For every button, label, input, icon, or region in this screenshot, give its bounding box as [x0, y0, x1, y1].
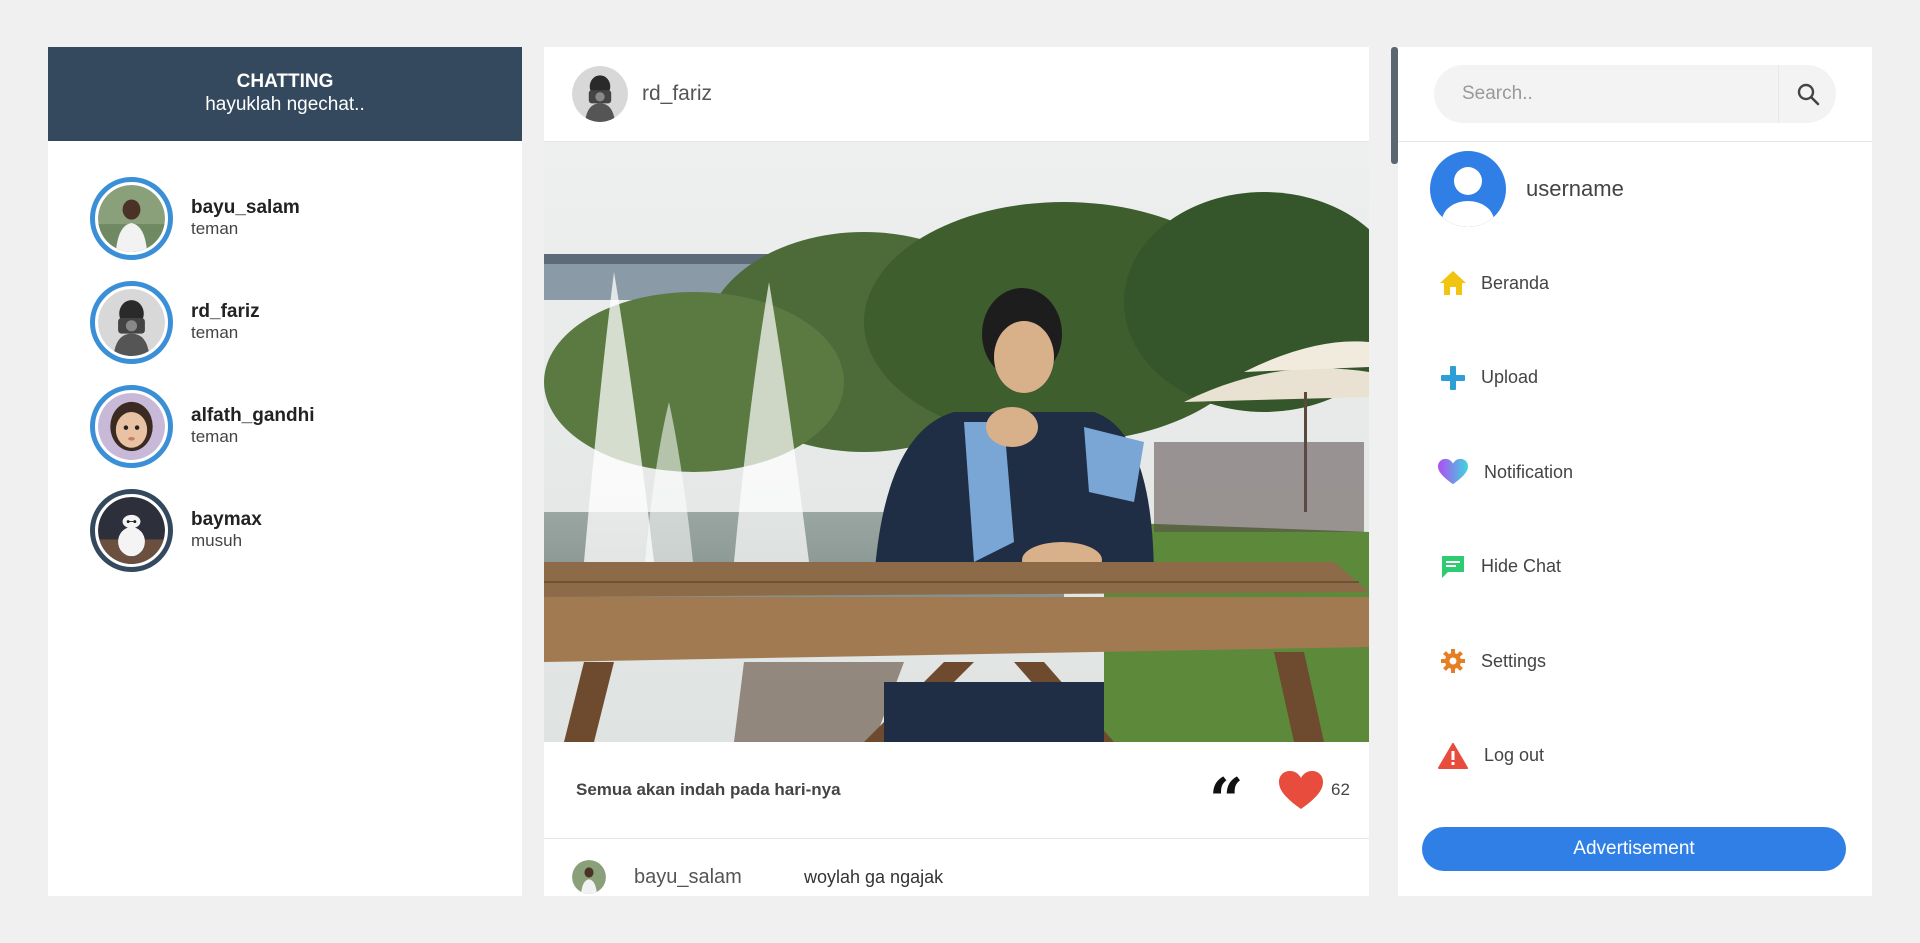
- menu-item-notification[interactable]: Notification: [1398, 425, 1872, 520]
- search-input[interactable]: [1434, 83, 1778, 105]
- advertisement-button[interactable]: Advertisement: [1422, 827, 1846, 871]
- avatar: [90, 488, 173, 572]
- avatar[interactable]: [572, 860, 606, 894]
- avatar-photo: [98, 288, 165, 356]
- warning-icon: [1438, 741, 1468, 771]
- avatar-photo: [98, 496, 165, 564]
- home-icon: [1438, 268, 1468, 298]
- chat-icon: [1438, 552, 1468, 582]
- menu-label: Notification: [1484, 461, 1574, 482]
- user-icon: [1442, 167, 1494, 227]
- friend-status: teman: [191, 219, 239, 238]
- menu-item-hide-chat[interactable]: Hide Chat: [1398, 520, 1872, 615]
- friend-status: teman: [191, 323, 239, 342]
- menu-label: Hide Chat: [1481, 556, 1562, 577]
- friend-text: alfath_gandhi teman: [191, 405, 315, 447]
- post-image: [544, 142, 1369, 742]
- post-card: rd_fariz Semua akan indah pada hari-nya …: [544, 47, 1369, 896]
- avatar[interactable]: [572, 66, 628, 122]
- heart-icon[interactable]: [1279, 771, 1323, 811]
- friend-item-rd-fariz[interactable]: rd_fariz teman: [48, 270, 522, 374]
- friend-text: baymax musuh: [191, 509, 262, 551]
- scrollbar[interactable]: [1391, 47, 1398, 164]
- menu-list: Beranda Upload Notification Hide Chat Se…: [1398, 236, 1872, 803]
- avatar: [90, 280, 173, 364]
- avatar: [90, 384, 173, 468]
- plus-icon: [1438, 363, 1468, 393]
- quote-icon[interactable]: “: [1209, 771, 1244, 809]
- comment-text: woylah ga ngajak: [804, 866, 944, 887]
- friend-status: teman: [191, 427, 239, 446]
- post-footer: Semua akan indah pada hari-nya “ 62: [544, 742, 1369, 839]
- search-icon: [1797, 83, 1819, 106]
- menu-label: Beranda: [1481, 272, 1550, 293]
- profile-username: username: [1526, 176, 1624, 201]
- menu-panel: username Beranda Upload Notification: [1398, 47, 1872, 896]
- profile[interactable]: username: [1398, 142, 1872, 236]
- friend-item-bayu-salam[interactable]: bayu_salam teman: [48, 166, 522, 270]
- like-count: 62: [1331, 780, 1350, 799]
- friend-name: rd_fariz: [191, 301, 260, 322]
- menu-label: Log out: [1484, 745, 1545, 766]
- friend-item-baymax[interactable]: baymax musuh: [48, 478, 522, 582]
- post-author[interactable]: rd_fariz: [642, 82, 712, 106]
- search-button[interactable]: [1778, 65, 1836, 123]
- friend-list: bayu_salam teman rd_fariz teman alfath_g…: [48, 141, 522, 582]
- chat-subtitle: hayuklah ngechat..: [205, 94, 365, 115]
- user-avatar: [1430, 151, 1506, 227]
- friend-name: alfath_gandhi: [191, 405, 315, 426]
- chat-header: CHATTING hayuklah ngechat..: [48, 47, 522, 141]
- friend-item-alfath-gandhi[interactable]: alfath_gandhi teman: [48, 374, 522, 478]
- menu-item-beranda[interactable]: Beranda: [1398, 236, 1872, 331]
- menu-label: Upload: [1481, 367, 1539, 388]
- post-photo: [544, 142, 1369, 742]
- comment-user[interactable]: bayu_salam: [634, 866, 804, 889]
- search-bar: [1398, 47, 1872, 142]
- friend-text: bayu_salam teman: [191, 197, 300, 239]
- heart-icon: [1438, 457, 1468, 487]
- friend-name: baymax: [191, 509, 262, 530]
- avatar-photo: [98, 184, 165, 252]
- avatar: [90, 176, 173, 260]
- avatar-photo: [98, 392, 165, 460]
- friend-text: rd_fariz teman: [191, 301, 260, 343]
- comment-row: bayu_salam woylah ga ngajak: [544, 839, 1369, 896]
- gear-icon: [1438, 646, 1468, 676]
- menu-item-upload[interactable]: Upload: [1398, 331, 1872, 426]
- search-box: [1434, 65, 1836, 123]
- friend-status: musuh: [191, 531, 243, 550]
- chat-title: CHATTING: [236, 71, 334, 92]
- menu-item-log-out[interactable]: Log out: [1398, 709, 1872, 804]
- menu-label: Settings: [1481, 650, 1547, 671]
- menu-item-settings[interactable]: Settings: [1398, 614, 1872, 709]
- friend-name: bayu_salam: [191, 197, 300, 218]
- chat-panel: CHATTING hayuklah ngechat.. bayu_salam t…: [48, 47, 522, 896]
- post-caption: Semua akan indah pada hari-nya: [576, 780, 841, 799]
- post-header: rd_fariz: [544, 47, 1369, 142]
